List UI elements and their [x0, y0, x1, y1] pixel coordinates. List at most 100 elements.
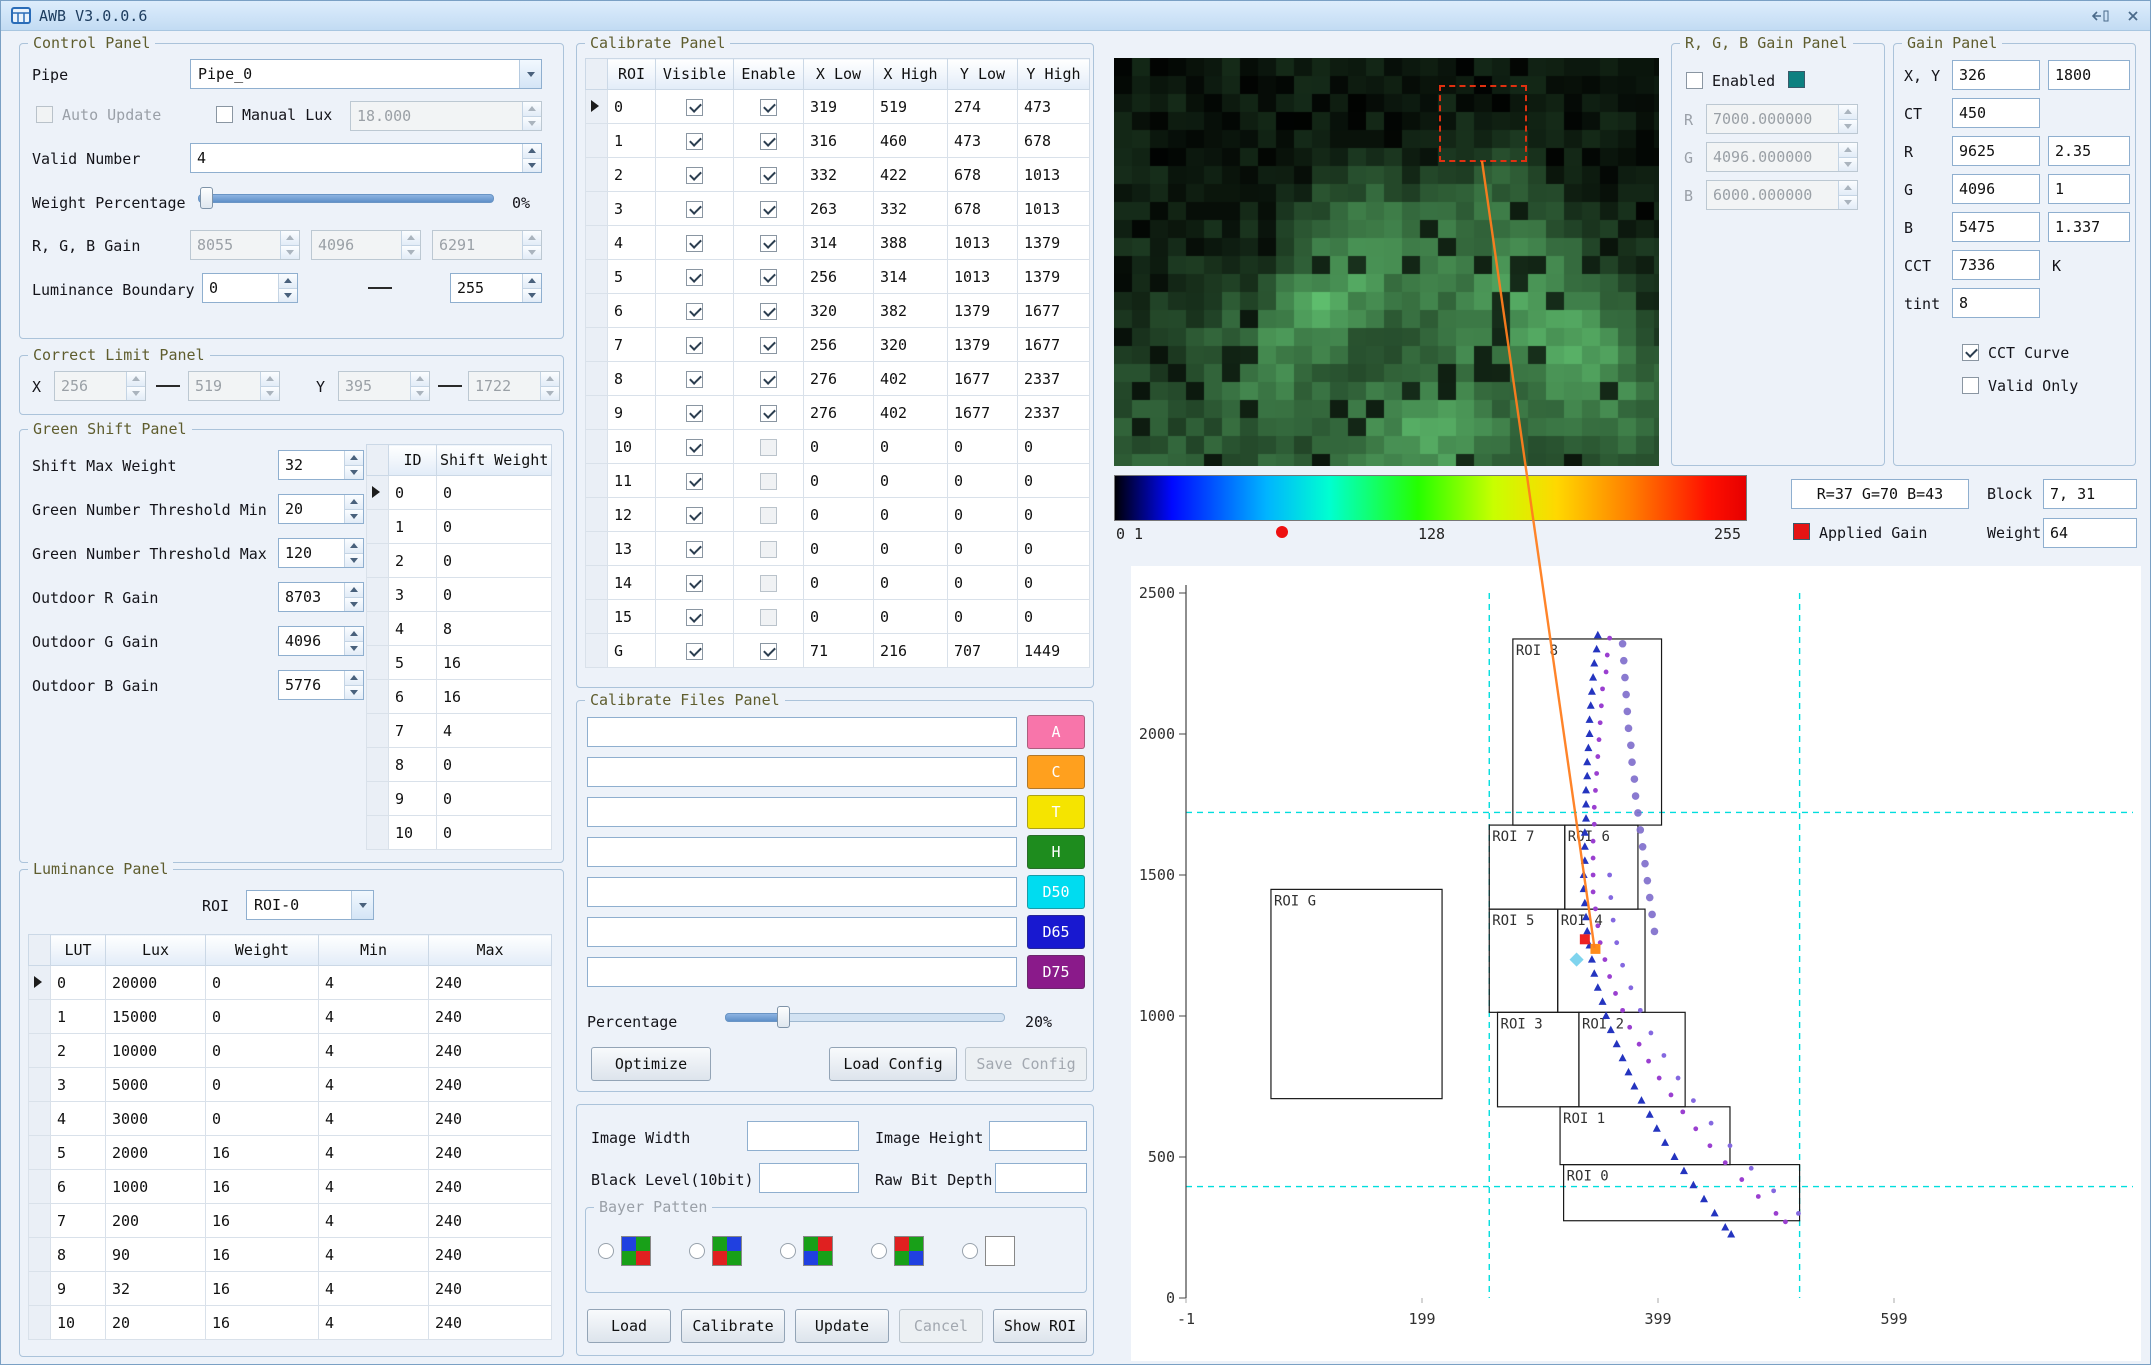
spin-up-icon[interactable] [402, 231, 420, 245]
spin-up-icon[interactable] [1839, 181, 1857, 195]
cell[interactable]: 12 [608, 498, 656, 532]
cell[interactable]: 402 [874, 396, 948, 430]
bayer-option-1[interactable] [689, 1236, 742, 1266]
enable-checkbox[interactable] [760, 609, 777, 626]
spin-up-icon[interactable] [523, 144, 541, 158]
cell[interactable]: 274 [948, 90, 1018, 124]
valid-only-checkbox[interactable] [1962, 377, 1979, 394]
row-selector[interactable] [367, 680, 389, 714]
cell[interactable]: 8 [389, 748, 437, 782]
shift-max-weight-input[interactable]: 32 [278, 450, 364, 480]
cell[interactable]: 0 [1018, 566, 1090, 600]
luminance-table[interactable]: LUTLuxWeightMinMax0200000424011500004240… [28, 934, 552, 1340]
enable-checkbox[interactable] [760, 643, 777, 660]
enabled-checkbox[interactable] [1686, 72, 1703, 89]
cell[interactable]: 0 [948, 532, 1018, 566]
bayer-radio-3[interactable] [871, 1243, 887, 1259]
cell[interactable]: 0 [51, 966, 106, 1000]
cell[interactable]: 0 [437, 578, 552, 612]
row-selector[interactable] [586, 192, 608, 226]
cell[interactable]: 1379 [948, 294, 1018, 328]
table-row[interactable]: 616 [367, 680, 552, 714]
cell[interactable]: 240 [429, 1272, 552, 1306]
cell[interactable]: 240 [429, 1068, 552, 1102]
cell[interactable]: 240 [429, 1034, 552, 1068]
visible-checkbox[interactable] [686, 201, 703, 218]
row-selector[interactable] [29, 1136, 51, 1170]
b-gain-input[interactable]: 6291 [432, 230, 542, 260]
cell[interactable]: 3 [51, 1068, 106, 1102]
weight-marker-dot[interactable] [1276, 526, 1288, 538]
cell[interactable]: 3000 [106, 1102, 206, 1136]
row-selector[interactable] [29, 1000, 51, 1034]
cell[interactable]: 263 [804, 192, 874, 226]
cell[interactable]: 1013 [1018, 192, 1090, 226]
image-height-input[interactable] [989, 1121, 1087, 1151]
row-selector[interactable] [29, 1034, 51, 1068]
cell[interactable]: 0 [206, 1068, 319, 1102]
cell[interactable]: 276 [804, 362, 874, 396]
cell[interactable]: 707 [948, 634, 1018, 668]
enable-checkbox[interactable] [760, 575, 777, 592]
cell[interactable]: 1677 [948, 396, 1018, 430]
row-selector[interactable] [586, 124, 608, 158]
cell[interactable]: 6 [389, 680, 437, 714]
cancel-button[interactable]: Cancel [899, 1309, 983, 1343]
cell[interactable]: 1677 [1018, 294, 1090, 328]
row-selector[interactable] [29, 1102, 51, 1136]
cell[interactable]: 2 [51, 1034, 106, 1068]
cell[interactable]: 0 [948, 430, 1018, 464]
column-header[interactable]: Shift Weight [437, 445, 552, 476]
row-selector[interactable] [586, 362, 608, 396]
cell[interactable]: 0 [874, 498, 948, 532]
table-row[interactable]: G712167071449 [586, 634, 1090, 668]
spin-up-icon[interactable] [523, 102, 541, 116]
column-header[interactable]: Min [319, 935, 429, 966]
selected-roi-box[interactable] [1439, 85, 1527, 162]
cell[interactable]: 320 [874, 328, 948, 362]
row-selector[interactable] [586, 498, 608, 532]
table-row[interactable]: 932164240 [29, 1272, 552, 1306]
cell[interactable]: 6 [608, 294, 656, 328]
cell[interactable]: 0 [1018, 600, 1090, 634]
column-header[interactable]: Weight [206, 935, 319, 966]
cell[interactable]: 240 [429, 1000, 552, 1034]
row-selector[interactable] [586, 600, 608, 634]
calibrate-file-input[interactable] [587, 917, 1017, 947]
bayer-option-2[interactable] [780, 1236, 833, 1266]
cell[interactable]: 0 [948, 600, 1018, 634]
illuminant-button-a[interactable]: A [1027, 715, 1085, 749]
spin-up-icon[interactable] [1839, 105, 1857, 119]
table-row[interactable]: 927640216772337 [586, 396, 1090, 430]
column-header[interactable]: LUT [51, 935, 106, 966]
table-row[interactable]: 10 [367, 510, 552, 544]
visible-checkbox[interactable] [686, 303, 703, 320]
black-level-input[interactable] [759, 1163, 859, 1193]
cell[interactable]: 314 [874, 260, 948, 294]
enable-checkbox[interactable] [760, 439, 777, 456]
table-row[interactable]: 525631410131379 [586, 260, 1090, 294]
row-selector[interactable] [586, 532, 608, 566]
cell[interactable]: 678 [948, 158, 1018, 192]
enable-checkbox[interactable] [760, 303, 777, 320]
cell[interactable]: 332 [804, 158, 874, 192]
row-selector[interactable] [586, 566, 608, 600]
spin-down-icon[interactable] [402, 245, 420, 260]
illuminant-button-t[interactable]: T [1027, 795, 1085, 829]
cell[interactable]: 0 [804, 566, 874, 600]
table-row[interactable]: 80 [367, 748, 552, 782]
cell[interactable]: 519 [874, 90, 948, 124]
cell[interactable]: 240 [429, 1170, 552, 1204]
cell[interactable]: 0 [437, 782, 552, 816]
spin-up-icon[interactable] [1839, 143, 1857, 157]
table-row[interactable]: 120000 [586, 498, 1090, 532]
spin-down-icon[interactable] [523, 158, 541, 173]
cell[interactable]: 240 [429, 1102, 552, 1136]
load-button[interactable]: Load [587, 1309, 671, 1343]
table-row[interactable]: 48 [367, 612, 552, 646]
cell[interactable]: 4 [389, 612, 437, 646]
table-row[interactable]: 61000164240 [29, 1170, 552, 1204]
manual-g-gain-input[interactable]: 4096.000000 [1706, 142, 1858, 172]
row-selector[interactable] [29, 1204, 51, 1238]
cell[interactable]: 0 [804, 498, 874, 532]
